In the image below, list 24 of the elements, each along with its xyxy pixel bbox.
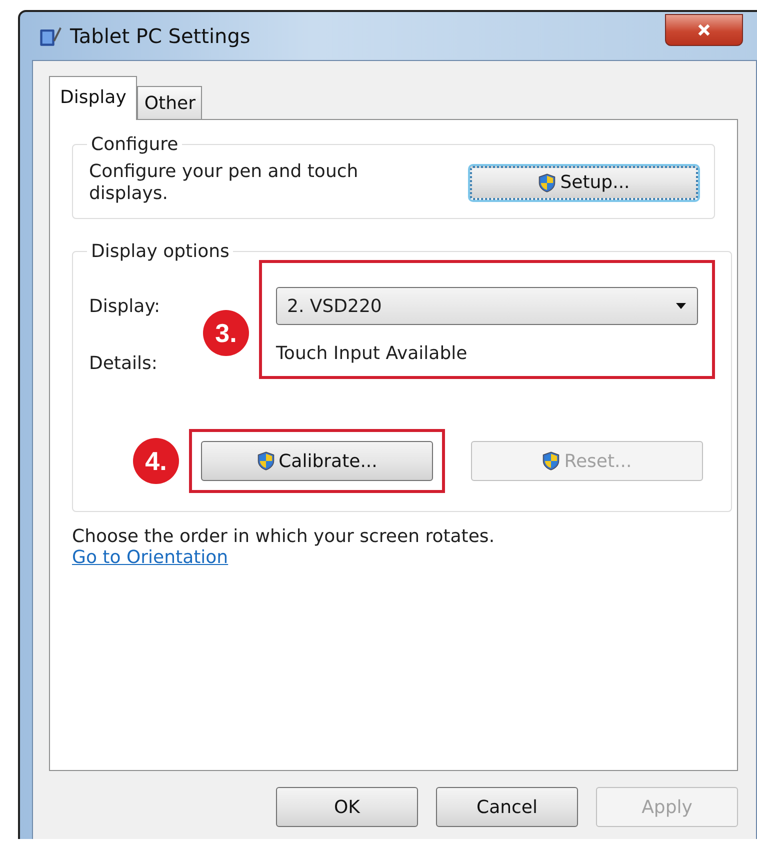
dropdown-arrow-icon xyxy=(675,302,687,310)
group-title: Configure xyxy=(90,134,180,155)
close-icon xyxy=(697,23,711,37)
field-label: Details: xyxy=(89,353,158,374)
calibrate-button[interactable]: Calibrate... xyxy=(201,441,433,482)
tab[interactable]: Display xyxy=(49,76,138,120)
tab[interactable]: Other xyxy=(137,86,202,120)
display-dropdown[interactable]: 2. VSD220 xyxy=(276,287,698,326)
window-title: Tablet PC Settings xyxy=(70,24,250,48)
description-text: Configure your pen and touch displays. xyxy=(89,161,360,204)
setup-button[interactable]: Setup... xyxy=(470,166,698,200)
orientation-text: Choose the order in which your screen rotates. xyxy=(72,526,496,548)
shield-icon xyxy=(256,451,275,472)
step-badge: 4. xyxy=(133,438,179,484)
details-value: Touch Input Available xyxy=(276,343,468,364)
step-badge: 3. xyxy=(203,310,249,356)
shield-icon xyxy=(538,172,556,193)
dialog-button[interactable]: OK xyxy=(276,787,418,827)
shield-icon xyxy=(542,451,560,472)
dialog-button[interactable]: Cancel xyxy=(436,787,578,827)
close-button[interactable] xyxy=(665,14,743,46)
orientation-link[interactable]: Go to Orientation xyxy=(72,547,228,568)
field-label: Display: xyxy=(89,296,162,318)
group-title: Display options xyxy=(90,241,230,262)
